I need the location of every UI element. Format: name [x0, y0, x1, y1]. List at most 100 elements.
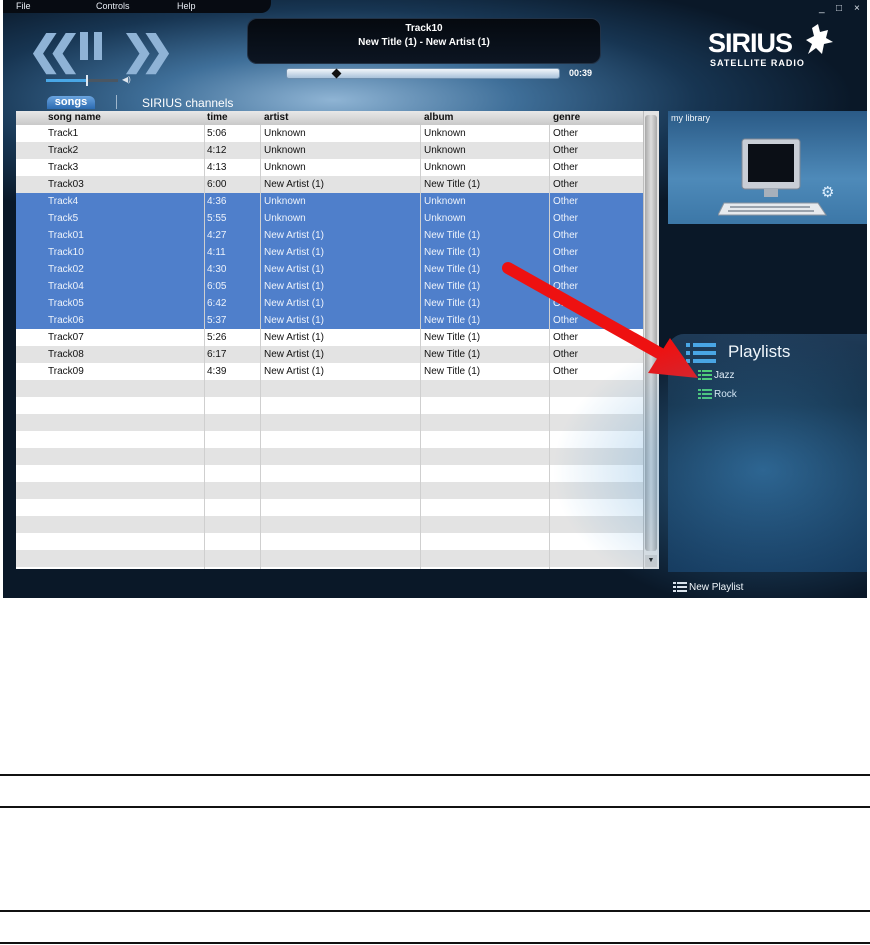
playlist-icon	[673, 582, 687, 593]
next-track-icon[interactable]: ❯❯	[121, 28, 174, 74]
volume-fill	[46, 79, 86, 82]
cell-song-name: Track10	[48, 247, 84, 258]
playlists-title: Playlists	[728, 342, 791, 361]
cell-artist: New Artist (1)	[264, 247, 325, 258]
tab-sirius-channels[interactable]: SIRIUS channels	[142, 96, 233, 110]
cell-album: Unknown	[424, 196, 466, 207]
cell-album: Unknown	[424, 145, 466, 156]
cell-time: 4:12	[207, 145, 227, 156]
playlist-label: Jazz	[714, 370, 735, 381]
cell-time: 6:42	[207, 298, 227, 309]
cell-genre: Other	[553, 247, 579, 258]
cell-album: Unknown	[424, 162, 466, 173]
cell-album: New Title (1)	[424, 281, 481, 292]
track-progress-bar[interactable]	[286, 68, 560, 79]
cell-time: 4:30	[207, 264, 227, 275]
my-library-panel[interactable]: my library ⚙	[668, 111, 867, 224]
cell-genre: Other	[553, 230, 579, 241]
horizontal-rule	[0, 774, 870, 776]
now-playing-title-artist: New Title (1) - New Artist (1)	[358, 37, 490, 48]
now-playing-track: Track10	[405, 23, 443, 34]
cell-album: New Title (1)	[424, 349, 481, 360]
pause-icon[interactable]	[78, 32, 106, 60]
previous-track-icon[interactable]: ❮❮	[28, 28, 81, 74]
playlist-item-rock[interactable]: Rock	[698, 389, 737, 400]
cell-album: New Title (1)	[424, 247, 481, 258]
column-header-album[interactable]: album	[424, 112, 453, 123]
scroll-down-icon[interactable]: ▼	[645, 555, 657, 567]
volume-slider[interactable]	[46, 75, 118, 86]
cell-song-name: Track04	[48, 281, 84, 292]
cell-album: New Title (1)	[424, 332, 481, 343]
cell-time: 5:06	[207, 128, 227, 139]
speaker-icon[interactable]: ◀)	[122, 75, 131, 84]
cell-artist: New Artist (1)	[264, 264, 325, 275]
cell-album: Unknown	[424, 128, 466, 139]
new-playlist-button[interactable]: New Playlist	[673, 582, 743, 593]
cell-album: New Title (1)	[424, 230, 481, 241]
cell-genre: Other	[553, 145, 579, 156]
menu-controls[interactable]: Controls	[96, 1, 130, 11]
cell-album: New Title (1)	[424, 179, 481, 190]
cell-artist: New Artist (1)	[264, 332, 325, 343]
cell-time: 4:36	[207, 196, 227, 207]
red-annotation-arrow-icon	[502, 262, 698, 378]
cell-song-name: Track03	[48, 179, 84, 190]
sirius-app-window: File Controls Help _ □ × ❮❮ ❯❯ ◀) Track1…	[3, 0, 867, 598]
column-divider	[204, 125, 205, 569]
horizontal-rule	[0, 910, 870, 912]
cell-song-name: Track06	[48, 315, 84, 326]
close-icon[interactable]: ×	[854, 4, 860, 14]
cell-song-name: Track5	[48, 213, 79, 224]
cell-song-name: Track08	[48, 349, 84, 360]
cell-time: 6:05	[207, 281, 227, 292]
cell-song-name: Track02	[48, 264, 84, 275]
progress-knob[interactable]	[331, 68, 342, 79]
cell-genre: Other	[553, 162, 579, 173]
cell-artist: New Artist (1)	[264, 315, 325, 326]
cell-artist: New Artist (1)	[264, 298, 325, 309]
cell-time: 5:55	[207, 213, 227, 224]
cell-song-name: Track3	[48, 162, 79, 173]
minimize-icon[interactable]: _	[819, 4, 825, 14]
cell-time: 5:26	[207, 332, 227, 343]
gear-icon[interactable]: ⚙	[821, 183, 834, 201]
logo-wordmark: SIRIUS	[708, 28, 793, 58]
cell-artist: Unknown	[264, 145, 306, 156]
cell-artist: New Artist (1)	[264, 281, 325, 292]
cell-artist: New Artist (1)	[264, 230, 325, 241]
cell-artist: Unknown	[264, 162, 306, 173]
cell-time: 4:13	[207, 162, 227, 173]
column-header-song-name[interactable]: song name	[48, 112, 101, 123]
menu-file[interactable]: File	[16, 1, 31, 11]
cell-song-name: Track07	[48, 332, 84, 343]
menu-bar: File Controls Help	[3, 0, 271, 13]
cell-genre: Other	[553, 196, 579, 207]
cell-song-name: Track1	[48, 128, 79, 139]
library-label: my library	[671, 113, 711, 123]
column-header-artist[interactable]: artist	[264, 112, 288, 123]
volume-knob[interactable]	[85, 75, 88, 86]
cell-time: 4:11	[207, 247, 226, 258]
cell-time: 6:00	[207, 179, 227, 190]
now-playing-display: Track10 New Title (1) - New Artist (1)	[247, 18, 601, 64]
playlist-label: Rock	[714, 389, 737, 400]
menu-help[interactable]: Help	[177, 1, 196, 11]
column-header-genre[interactable]: genre	[553, 112, 580, 123]
tab-songs[interactable]: songs	[47, 96, 95, 109]
horizontal-rule	[0, 806, 870, 808]
cell-genre: Other	[553, 128, 579, 139]
cell-album: Unknown	[424, 213, 466, 224]
cell-song-name: Track09	[48, 366, 84, 377]
column-header-time[interactable]: time	[207, 112, 228, 123]
playlist-icon	[698, 389, 712, 400]
cell-time: 4:39	[207, 366, 227, 377]
computer-icon	[718, 138, 827, 216]
table-header: song name time artist album genre	[16, 111, 644, 125]
maximize-icon[interactable]: □	[836, 4, 842, 14]
cell-genre: Other	[553, 213, 579, 224]
cell-artist: Unknown	[264, 196, 306, 207]
cell-album: New Title (1)	[424, 366, 481, 377]
horizontal-rule	[0, 942, 870, 944]
elapsed-time: 00:39	[569, 68, 593, 78]
